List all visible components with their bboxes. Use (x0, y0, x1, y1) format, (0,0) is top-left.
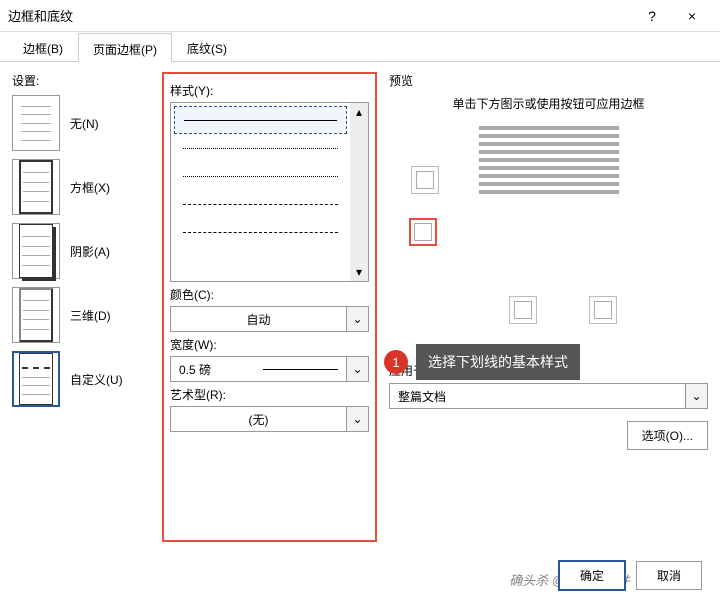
art-value: (无) (171, 411, 346, 428)
border-top-button[interactable] (411, 166, 439, 194)
style-option-solid[interactable] (174, 106, 347, 134)
options-button[interactable]: 选项(O)... (627, 421, 708, 450)
setting-3d-icon (12, 287, 60, 343)
style-option-dashed[interactable] (174, 190, 347, 218)
border-left-button[interactable] (509, 296, 537, 324)
color-label: 颜色(C): (170, 286, 369, 303)
border-bottom-button[interactable] (409, 218, 437, 246)
setting-none-label: 无(N) (70, 115, 99, 132)
style-items (171, 103, 350, 281)
width-preview-line (263, 369, 339, 370)
setting-none-icon (12, 95, 60, 151)
scroll-up-icon[interactable]: ▴ (356, 105, 362, 119)
annotation-callout: 1 选择下划线的基本样式 (384, 344, 580, 380)
settings-label: 设置: (12, 72, 162, 89)
setting-shadow-icon (12, 223, 60, 279)
setting-3d-label: 三维(D) (70, 307, 111, 324)
style-option-dashed-fine[interactable] (174, 162, 347, 190)
style-label: 样式(Y): (170, 82, 369, 99)
dialog-title: 边框和底纹 (8, 6, 632, 25)
border-right-button[interactable] (589, 296, 617, 324)
cancel-button[interactable]: 取消 (636, 561, 702, 590)
tab-shading[interactable]: 底纹(S) (172, 32, 242, 61)
apply-to-value: 整篇文档 (390, 388, 685, 405)
settings-column: 设置: 无(N) 方框(X) 阴影(A) 三维(D) 自定义(U) (12, 72, 162, 542)
preview-page[interactable] (479, 126, 619, 226)
setting-box-label: 方框(X) (70, 179, 110, 196)
help-button[interactable]: ? (632, 0, 672, 32)
color-combo[interactable]: 自动 ⌄ (170, 306, 369, 332)
preview-label: 预览 (389, 72, 708, 89)
preview-hint: 单击下方图示或使用按钮可应用边框 (389, 95, 708, 112)
tab-page-border[interactable]: 页面边框(P) (78, 33, 172, 62)
art-combo[interactable]: (无) ⌄ (170, 406, 369, 432)
setting-custom[interactable]: 自定义(U) (12, 351, 162, 407)
chevron-down-icon[interactable]: ⌄ (346, 407, 368, 431)
close-button[interactable]: × (672, 0, 712, 32)
art-label: 艺术型(R): (170, 386, 369, 403)
callout-number: 1 (384, 350, 408, 374)
chevron-down-icon[interactable]: ⌄ (346, 357, 368, 381)
width-label: 宽度(W): (170, 336, 369, 353)
scroll-down-icon[interactable]: ▾ (356, 265, 362, 279)
chevron-down-icon[interactable]: ⌄ (685, 384, 707, 408)
style-column: 样式(Y): ▴ ▾ 颜色(C): 自动 ⌄ 宽度(W): 0.5 磅 ⌄ (162, 72, 377, 542)
color-value: 自动 (171, 311, 346, 328)
apply-to-combo[interactable]: 整篇文档 ⌄ (389, 383, 708, 409)
width-value: 0.5 磅 (171, 361, 255, 378)
tab-border[interactable]: 边框(B) (8, 32, 78, 61)
ok-button[interactable]: 确定 (558, 560, 626, 591)
setting-none[interactable]: 无(N) (12, 95, 162, 151)
style-option-dash-dot[interactable] (174, 218, 347, 246)
preview-column: 预览 单击下方图示或使用按钮可应用边框 应用于(L): 整篇文档 ⌄ 选项(O)… (389, 72, 708, 542)
content: 设置: 无(N) 方框(X) 阴影(A) 三维(D) 自定义(U) 样式(Y): (0, 62, 720, 552)
preview-area (389, 126, 708, 326)
setting-box-icon (12, 159, 60, 215)
footer: 确定 取消 (558, 560, 702, 591)
titlebar: 边框和底纹 ? × (0, 0, 720, 32)
setting-custom-icon (12, 351, 60, 407)
style-option-dotted[interactable] (174, 134, 347, 162)
style-listbox[interactable]: ▴ ▾ (170, 102, 369, 282)
setting-shadow-label: 阴影(A) (70, 243, 110, 260)
setting-3d[interactable]: 三维(D) (12, 287, 162, 343)
setting-custom-label: 自定义(U) (70, 371, 123, 388)
chevron-down-icon[interactable]: ⌄ (346, 307, 368, 331)
setting-shadow[interactable]: 阴影(A) (12, 223, 162, 279)
style-scrollbar[interactable]: ▴ ▾ (350, 103, 368, 281)
setting-box[interactable]: 方框(X) (12, 159, 162, 215)
callout-text: 选择下划线的基本样式 (416, 344, 580, 380)
width-combo[interactable]: 0.5 磅 ⌄ (170, 356, 369, 382)
tab-strip: 边框(B) 页面边框(P) 底纹(S) (0, 32, 720, 62)
